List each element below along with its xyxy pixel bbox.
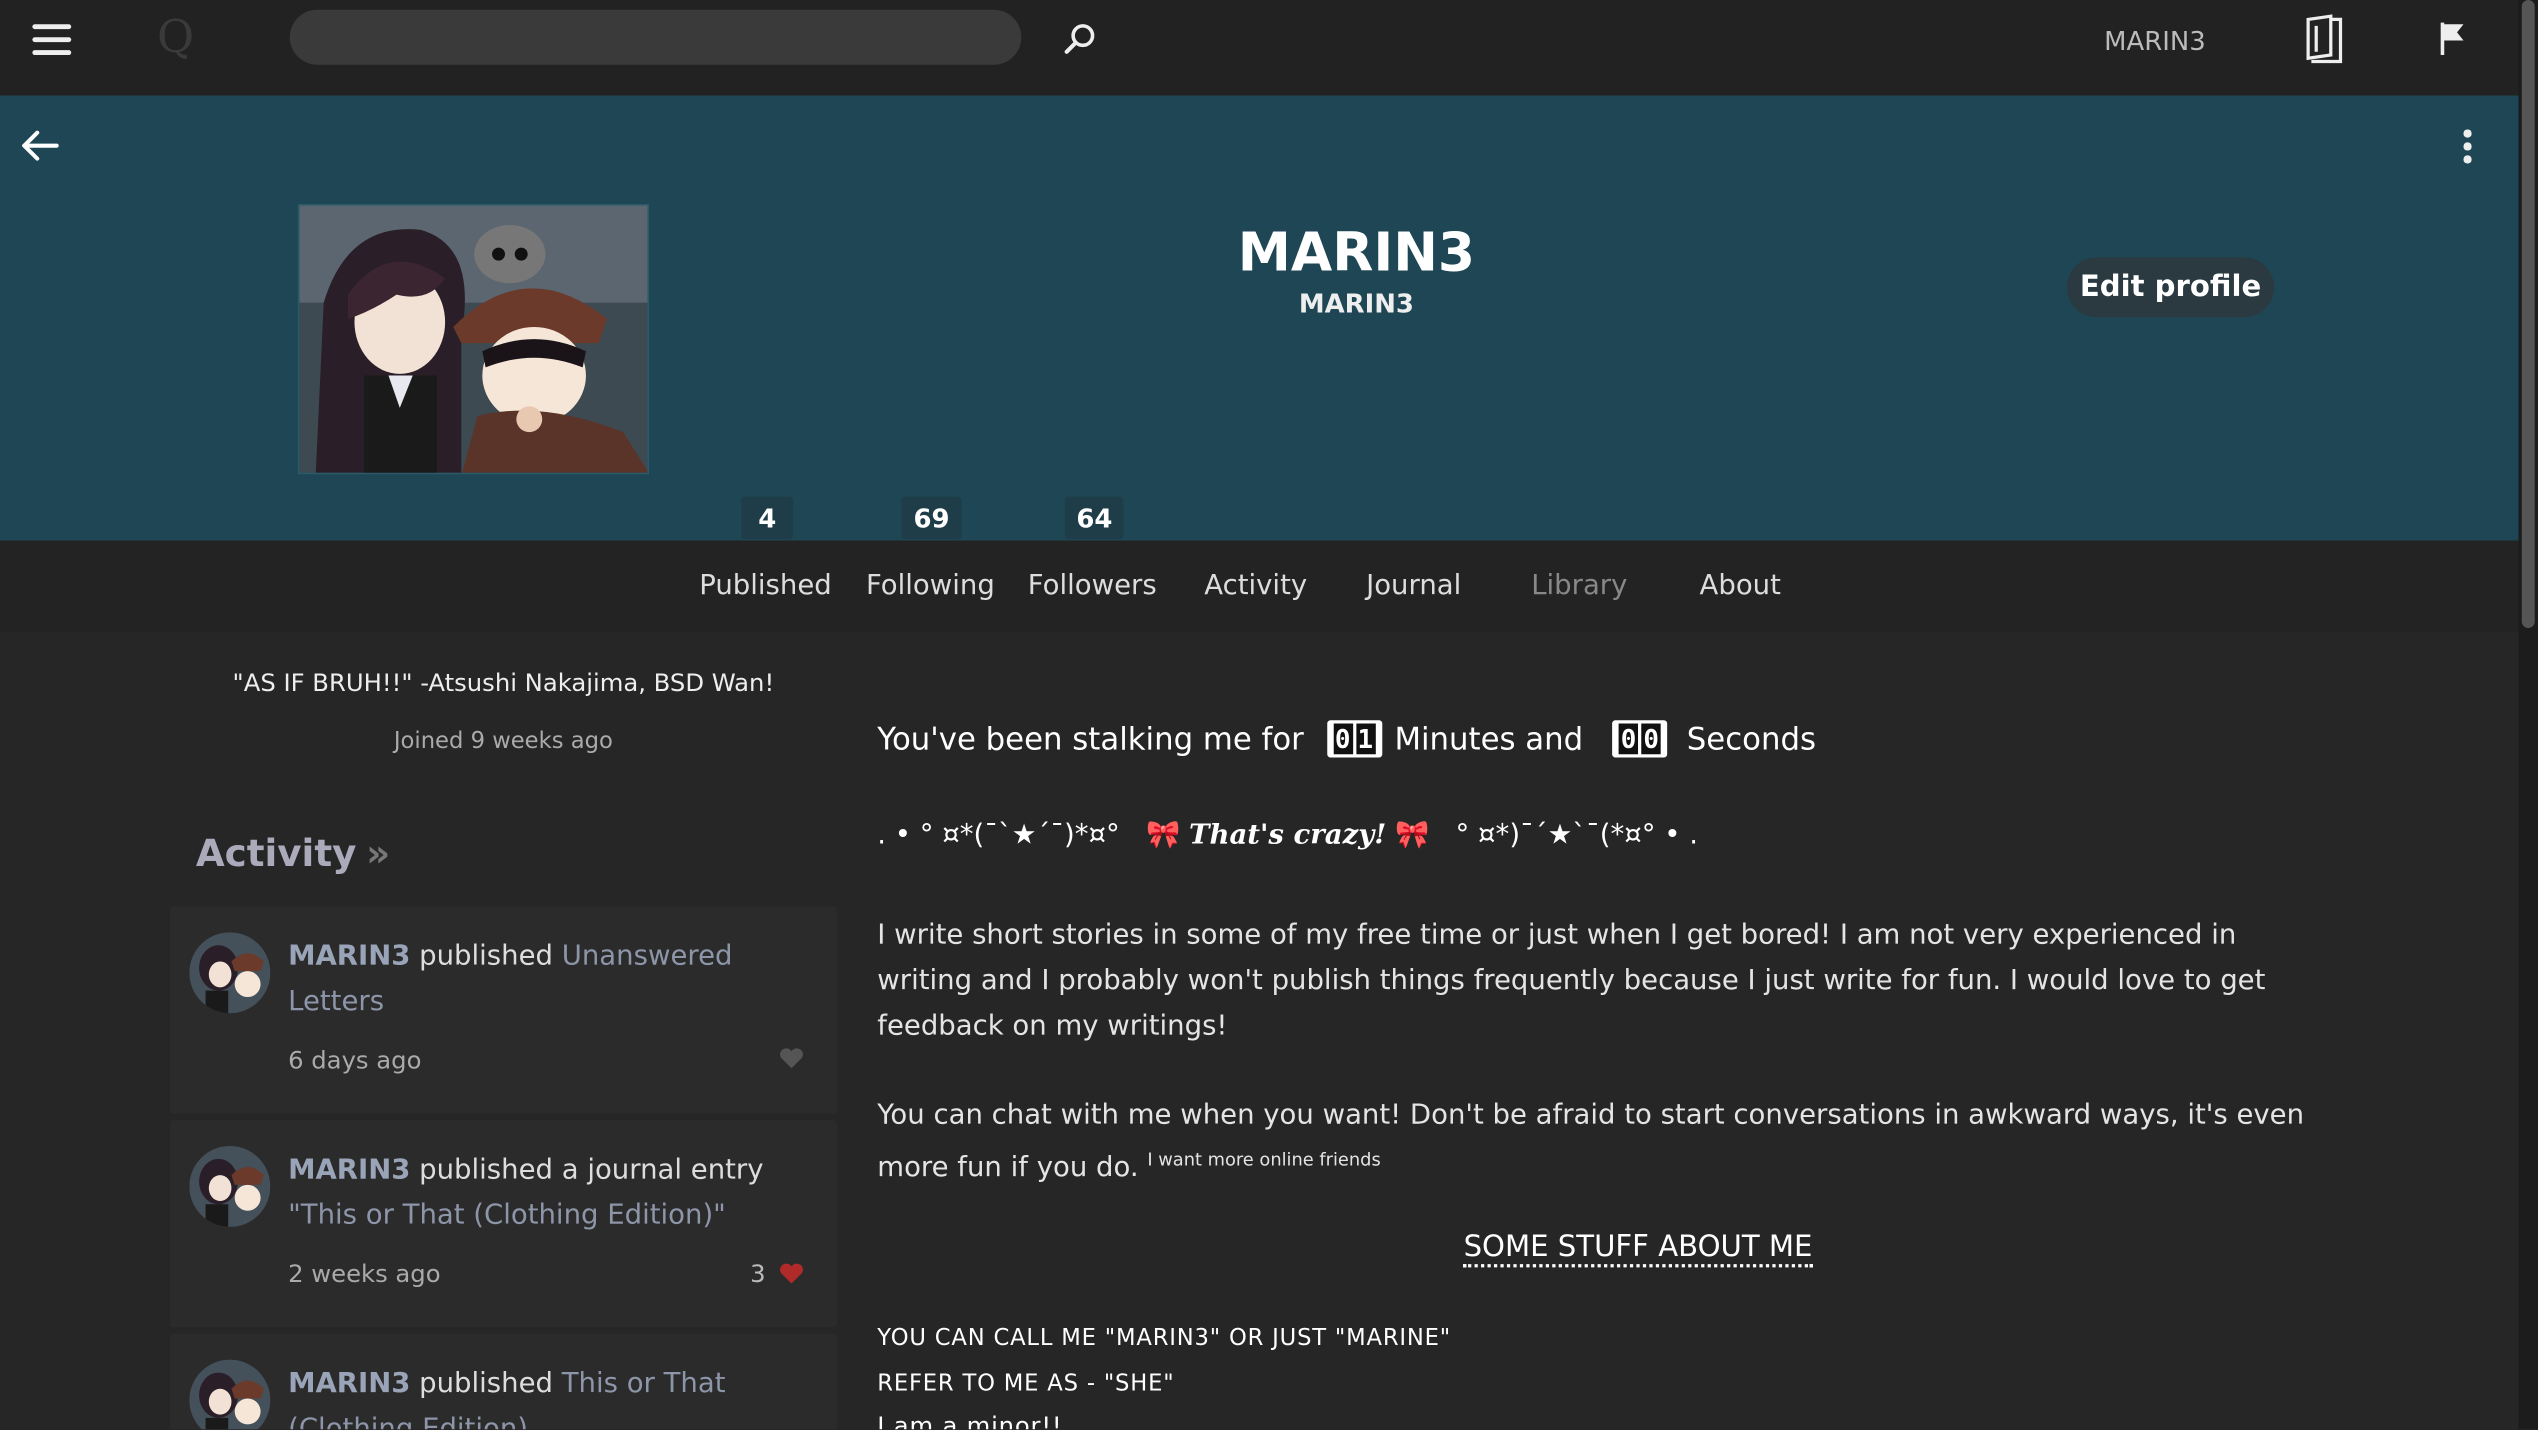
activity-card: MARIN3 published a journal entry "This o… xyxy=(169,1120,837,1328)
published-count-badge: 4 xyxy=(741,496,794,539)
about-line: REFER TO ME AS - "SHE" xyxy=(877,1370,1175,1397)
activity-user-link[interactable]: MARIN3 xyxy=(288,940,410,972)
top-navbar: Q MARIN3 xyxy=(0,0,2519,96)
profile-handle: MARIN3 xyxy=(1298,288,1414,319)
search-input[interactable] xyxy=(289,9,1022,65)
stalk-counter: You've been stalking me for 01 Minutes a… xyxy=(877,720,1816,758)
activity-user-link[interactable]: MARIN3 xyxy=(288,1154,410,1186)
more-options-icon[interactable] xyxy=(2451,126,2483,168)
scrollbar-thumb[interactable] xyxy=(2521,0,2535,629)
like-count: 3 xyxy=(750,1259,766,1289)
edit-profile-button[interactable]: Edit profile xyxy=(2066,257,2275,318)
tab-about[interactable]: About xyxy=(1700,570,1781,602)
activity-card: MARIN3 published Unanswered Letters 6 da… xyxy=(169,906,837,1114)
menu-icon[interactable] xyxy=(32,24,72,56)
activity-journal-link[interactable]: "This or That (Clothing Edition)" xyxy=(288,1199,726,1231)
chevron-right-icon: » xyxy=(366,833,391,876)
activity-heading-label: Activity xyxy=(195,833,357,876)
profile-display-name: MARIN3 xyxy=(1237,220,1476,284)
activity-verb: published xyxy=(410,940,562,973)
site-logo[interactable]: Q xyxy=(157,10,194,63)
about-paragraph-2-text: You can chat with me when you want! Don'… xyxy=(877,1099,2305,1185)
minutes-counter: 01 xyxy=(1326,720,1382,758)
heart-icon xyxy=(780,1263,803,1284)
activity-time: 2 weeks ago xyxy=(288,1259,441,1289)
activity-verb: published xyxy=(410,1367,562,1401)
tab-followers[interactable]: Followers xyxy=(1028,570,1157,602)
search-icon[interactable] xyxy=(1060,19,1102,61)
activity-heading-link[interactable]: Activity» xyxy=(196,834,390,876)
deco-crazy: That's crazy! xyxy=(1188,819,1387,852)
avatar[interactable] xyxy=(189,1359,271,1430)
app-root: Q MARIN3 MARIN3 MARIN3 Edit profile 4 69… xyxy=(0,0,2538,1430)
followers-count-badge: 64 xyxy=(1065,496,1124,539)
following-count-badge: 69 xyxy=(901,496,962,539)
activity-text: MARIN3 published Unanswered Letters xyxy=(288,934,806,1025)
deco-right: ° ¤*)¯´★`¯(*¤° • . xyxy=(1446,819,1698,852)
avatar[interactable] xyxy=(189,932,271,1014)
tab-following[interactable]: Following xyxy=(866,570,995,602)
back-arrow-icon[interactable] xyxy=(19,126,61,165)
activity-text: MARIN3 published This or That (Clothing … xyxy=(288,1361,806,1430)
seconds-counter: 00 xyxy=(1612,720,1668,758)
deco-left: . • ° ¤*(¯`★´¯)*¤° xyxy=(877,819,1129,852)
about-paragraph-1: I write short stories in some of my free… xyxy=(877,919,2266,1043)
activity-user-link[interactable]: MARIN3 xyxy=(288,1368,410,1400)
digit: 1 xyxy=(1355,723,1376,755)
flag-icon[interactable] xyxy=(2436,19,2472,58)
digit: 0 xyxy=(1618,723,1639,755)
digit: 0 xyxy=(1332,723,1353,755)
about-paragraph-2: You can chat with me when you want! Don'… xyxy=(877,1093,2334,1191)
tab-journal[interactable]: Journal xyxy=(1366,570,1461,602)
about-paragraph-2-tiny: I want more online friends xyxy=(1147,1149,1381,1171)
like-button[interactable] xyxy=(779,1047,805,1070)
stalk-prefix: You've been stalking me for xyxy=(877,721,1304,757)
joined-date: Joined 9 weeks ago xyxy=(393,728,613,755)
tab-activity[interactable]: Activity xyxy=(1204,570,1307,602)
seconds-label: Seconds xyxy=(1686,721,1816,757)
tab-library[interactable]: Library xyxy=(1531,570,1627,602)
bow-icon: 🎀 xyxy=(1395,819,1430,852)
digit: 0 xyxy=(1641,723,1661,755)
section-title: SOME STUFF ABOUT ME xyxy=(877,1230,2398,1268)
about-line: YOU CAN CALL ME "MARIN3" OR JUST "MARINE… xyxy=(877,1325,1451,1352)
like-button[interactable]: 3 xyxy=(750,1259,804,1288)
profile-avatar[interactable] xyxy=(297,203,650,475)
page-scrollbar[interactable] xyxy=(2518,0,2538,1430)
activity-card: MARIN3 published This or That (Clothing … xyxy=(169,1333,837,1430)
activity-text: MARIN3 published a journal entry "This o… xyxy=(288,1148,806,1239)
minutes-label: Minutes and xyxy=(1394,721,1584,757)
profile-quote: "AS IF BRUH!!" -Atsushi Nakajima, BSD Wa… xyxy=(232,668,775,698)
decorative-line: . • ° ¤*(¯`★´¯)*¤° 🎀 That's crazy! 🎀 ° ¤… xyxy=(877,819,1698,851)
library-icon[interactable] xyxy=(2302,13,2347,65)
section-title-text: SOME STUFF ABOUT ME xyxy=(1463,1230,1813,1268)
tab-published[interactable]: Published xyxy=(699,570,831,602)
activity-time: 6 days ago xyxy=(288,1045,422,1075)
account-menu[interactable]: MARIN3 xyxy=(2104,26,2206,57)
activity-verb: published a journal entry xyxy=(410,1154,764,1187)
heart-icon xyxy=(780,1048,803,1069)
about-line: I am a minor!! xyxy=(877,1411,1063,1430)
avatar[interactable] xyxy=(189,1145,271,1227)
bow-icon: 🎀 xyxy=(1145,819,1181,852)
